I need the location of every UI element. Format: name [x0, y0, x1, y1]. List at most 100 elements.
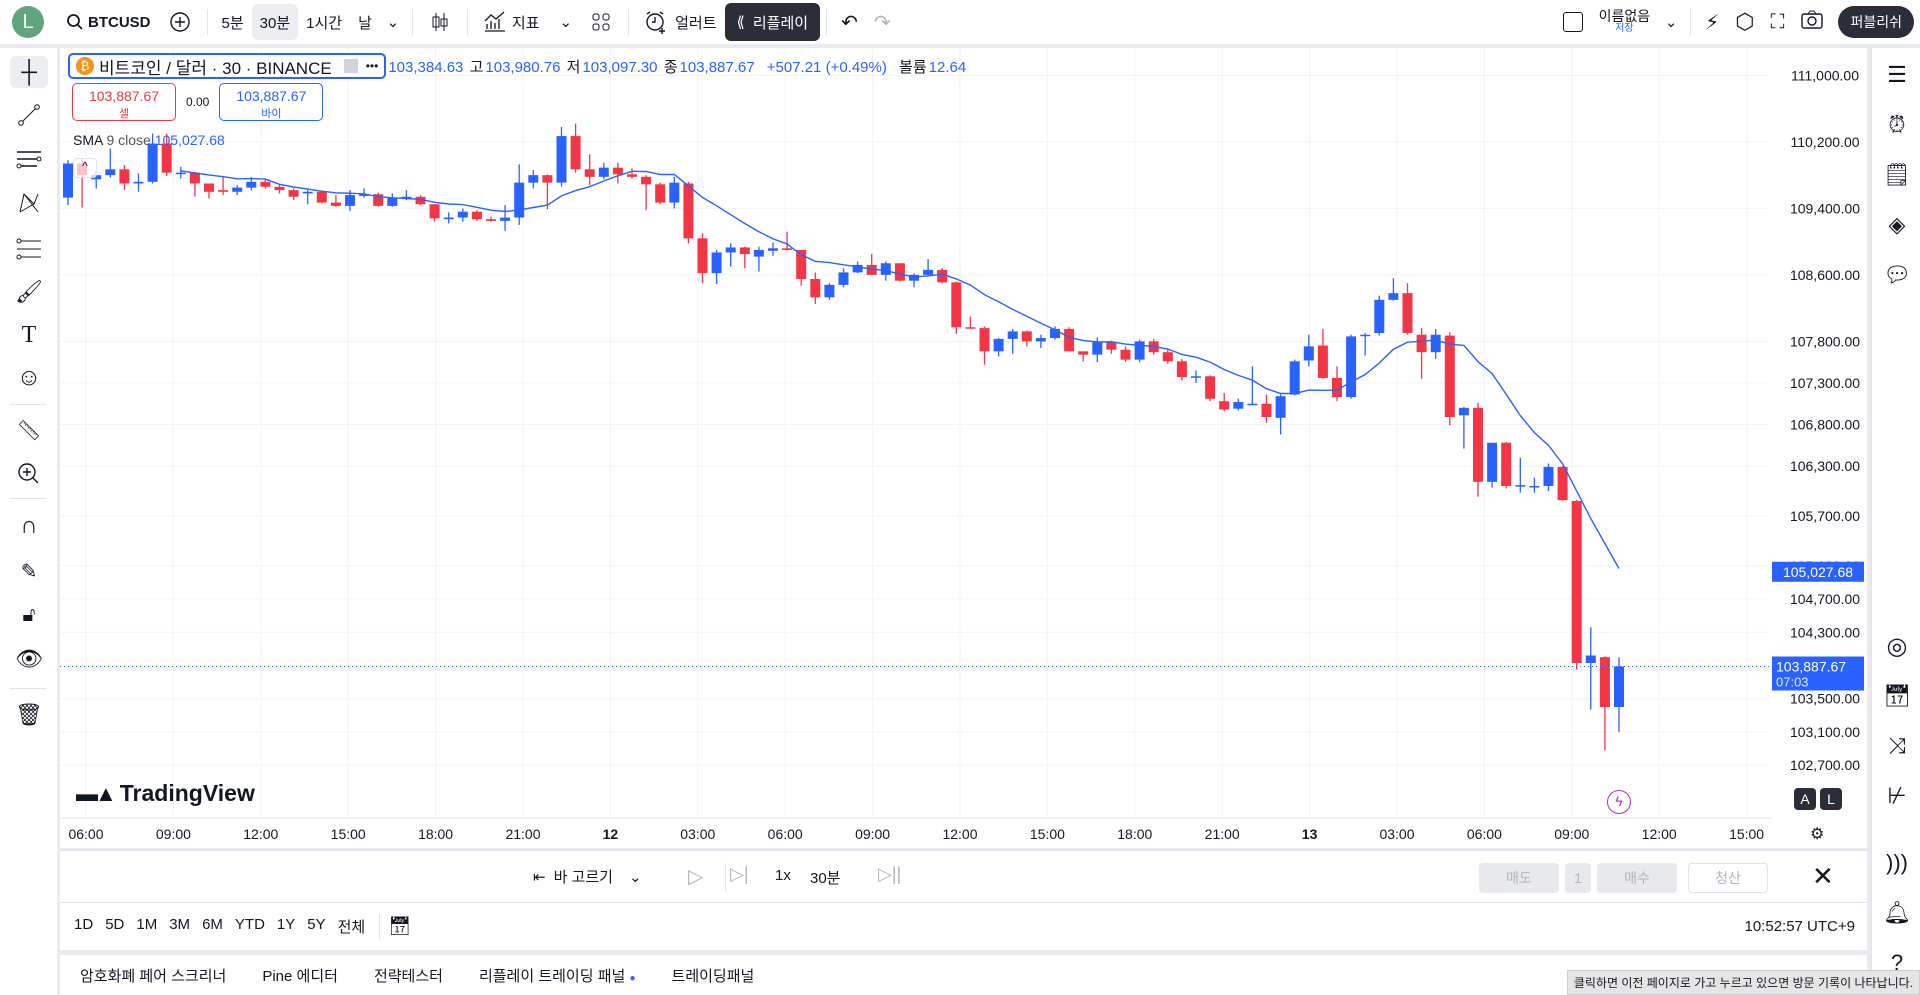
emoji-icon[interactable]: ☺: [14, 363, 44, 393]
log-scale-button[interactable]: L: [1820, 788, 1842, 810]
candle-body[interactable]: [1388, 293, 1399, 300]
candle-body[interactable]: [1205, 376, 1216, 399]
settings-button[interactable]: ⬡: [1727, 4, 1762, 40]
candle-body[interactable]: [1007, 331, 1018, 339]
candle-body[interactable]: [274, 186, 285, 191]
sell-button[interactable]: 103,887.67 셀: [72, 83, 176, 121]
period-3[interactable]: 3M: [163, 916, 196, 937]
candle-body[interactable]: [697, 238, 708, 274]
layouts-button[interactable]: [580, 4, 622, 40]
alarm-clock-icon[interactable]: ⏰︎: [1882, 110, 1912, 140]
watchlist-icon[interactable]: ☰: [1882, 60, 1912, 90]
buy-button[interactable]: 103,887.67 바이: [219, 83, 324, 121]
eye-icon[interactable]: 👁︎: [14, 644, 44, 674]
candle-body[interactable]: [683, 183, 694, 239]
candle-body[interactable]: [457, 211, 468, 218]
replay-button[interactable]: ⟪ 리플레이: [724, 3, 821, 41]
candle-body[interactable]: [1402, 293, 1413, 334]
interval-30m[interactable]: 30분: [251, 4, 299, 40]
candle-body[interactable]: [105, 169, 116, 176]
candle-body[interactable]: [189, 172, 200, 184]
time-axis-settings-icon[interactable]: ⚙: [1810, 824, 1824, 844]
bell-icon[interactable]: 🔔︎: [1882, 898, 1912, 928]
tab-trading-panel[interactable]: 트레이딩패널: [672, 965, 755, 986]
chart-type-button[interactable]: [419, 4, 461, 40]
candle-body[interactable]: [232, 187, 243, 192]
options-icon[interactable]: ⊬: [1882, 781, 1912, 811]
candle-body[interactable]: [894, 263, 905, 281]
candle-body[interactable]: [725, 247, 736, 253]
news-icon[interactable]: 🗒︎: [1882, 160, 1912, 190]
more-icon[interactable]: •••: [366, 59, 379, 73]
snapshot-button[interactable]: [1792, 4, 1832, 40]
candle-body[interactable]: [1120, 349, 1131, 360]
period-5[interactable]: YTD: [229, 916, 271, 937]
candle-body[interactable]: [542, 175, 553, 183]
zoom-in-icon[interactable]: [14, 459, 44, 489]
replay-sell-button[interactable]: 매도: [1479, 863, 1559, 893]
speed-button[interactable]: 1x: [775, 867, 791, 884]
quick-search-button[interactable]: ⚡︎: [1697, 4, 1727, 40]
candle-body[interactable]: [500, 217, 511, 221]
period-7[interactable]: 5Y: [301, 916, 331, 937]
interval-1h[interactable]: 1시간: [298, 4, 350, 40]
candle-body[interactable]: [1515, 485, 1526, 487]
candle-body[interactable]: [1134, 341, 1145, 360]
candle-body[interactable]: [175, 172, 186, 175]
layers-icon[interactable]: ◈: [1882, 210, 1912, 240]
candle-body[interactable]: [739, 247, 750, 255]
tradingview-logo[interactable]: ▬▲ TradingView: [76, 780, 255, 807]
candle-body[interactable]: [302, 191, 313, 194]
candle-body[interactable]: [1458, 407, 1469, 416]
candle-body[interactable]: [612, 167, 623, 175]
candle-body[interactable]: [119, 169, 130, 184]
period-8[interactable]: 전체: [332, 916, 372, 937]
chat-icon[interactable]: 💬︎: [1882, 260, 1912, 290]
replay-flatten-button[interactable]: 청산: [1688, 863, 1768, 893]
layout-toggle-button[interactable]: [1555, 4, 1591, 40]
tab-replay-trading-panel[interactable]: 리플레이 트레이딩 패널 ●: [479, 965, 636, 986]
trash-icon[interactable]: 🗑︎: [14, 700, 44, 730]
candle-body[interactable]: [471, 211, 482, 220]
chevron-down-icon[interactable]: ⌄: [1658, 9, 1684, 35]
candle-body[interactable]: [1191, 376, 1201, 378]
candle-body[interactable]: [1473, 407, 1483, 482]
candle-body[interactable]: [1219, 401, 1230, 410]
interval-1d[interactable]: 날: [350, 4, 380, 40]
compare-symbol-button[interactable]: [159, 4, 201, 40]
candle-body[interactable]: [133, 181, 144, 184]
candle-body[interactable]: [669, 182, 680, 203]
candle-body[interactable]: [1346, 336, 1357, 398]
candle-body[interactable]: [923, 269, 934, 275]
tab-strategy-tester[interactable]: 전략테스터: [374, 965, 443, 986]
auto-scale-button[interactable]: A: [1794, 788, 1816, 810]
candle-body[interactable]: [584, 169, 595, 177]
candle-body[interactable]: [316, 191, 327, 203]
candle-body[interactable]: [1317, 345, 1328, 378]
chevron-down-icon[interactable]: ⌄: [560, 13, 573, 31]
candle-body[interactable]: [288, 190, 299, 197]
candle-body[interactable]: [1571, 500, 1582, 663]
candle-body[interactable]: [1021, 331, 1032, 342]
lock-drawings-icon[interactable]: ✎: [14, 556, 44, 586]
candle-body[interactable]: [147, 143, 158, 182]
candle-body[interactable]: [330, 202, 341, 206]
ruler-icon[interactable]: 📏︎: [14, 415, 44, 445]
candle-body[interactable]: [1176, 361, 1187, 378]
candle-body[interactable]: [570, 136, 581, 170]
candle-body[interactable]: [1092, 342, 1103, 355]
candle-body[interactable]: [1430, 334, 1441, 353]
tab-crypto-screener[interactable]: 암호화폐 페어 스크리너: [80, 965, 226, 986]
candle-body[interactable]: [1162, 352, 1173, 362]
brush-icon[interactable]: 🖌︎: [14, 277, 44, 307]
lock-icon[interactable]: 🔓︎: [14, 600, 44, 630]
replay-interval-button[interactable]: 30분: [810, 867, 841, 888]
alert-button[interactable]: 얼러트: [635, 4, 724, 40]
calendar-icon[interactable]: 📅︎: [1882, 681, 1912, 711]
candle-body[interactable]: [937, 269, 948, 283]
replay-buy-button[interactable]: 매수: [1597, 863, 1677, 893]
candle-body[interactable]: [1501, 442, 1512, 486]
streams-icon[interactable]: ))): [1882, 848, 1912, 878]
chevron-down-icon[interactable]: ⌄: [380, 9, 406, 35]
text-icon[interactable]: T: [14, 320, 44, 350]
